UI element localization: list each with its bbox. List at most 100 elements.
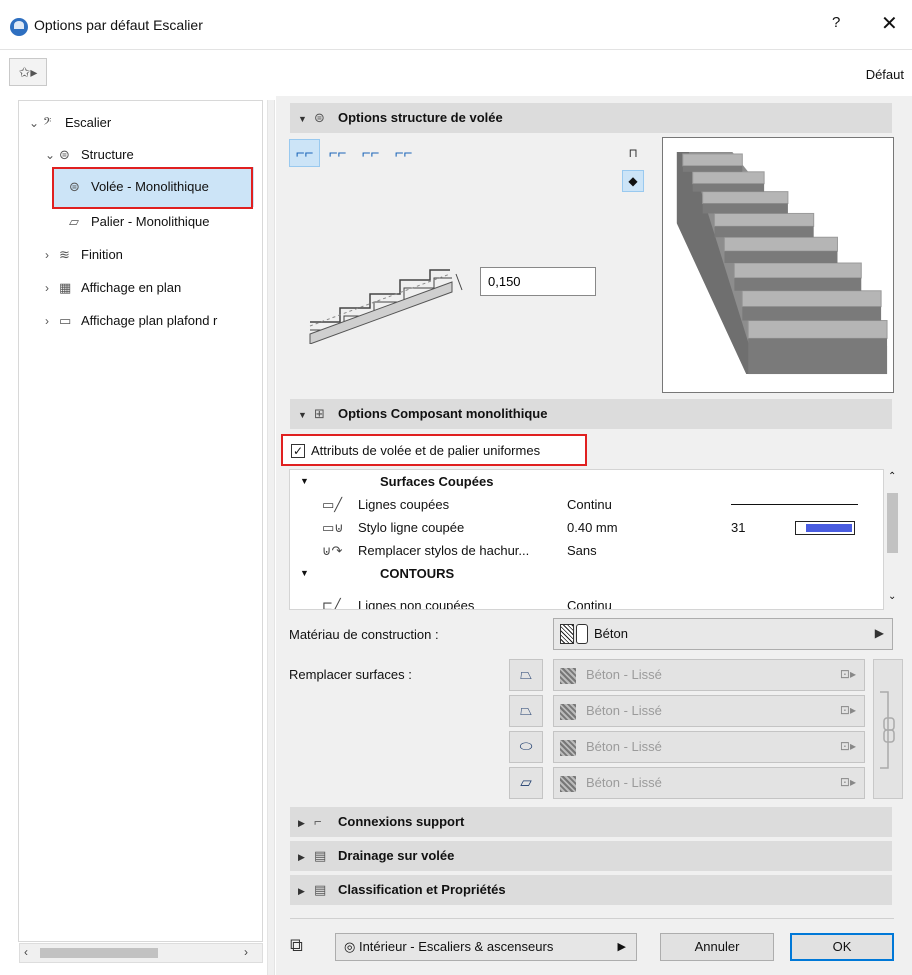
section-view-icon[interactable]: ⊓: [624, 146, 642, 164]
uncut-lines-icon: ⊏╱: [322, 598, 341, 610]
scrollbar-thumb[interactable]: [40, 948, 158, 958]
triangle-right-icon: ▶: [874, 626, 884, 640]
tree-horizontal-scrollbar[interactable]: ‹ ›: [19, 943, 263, 963]
ceiling-plan-icon: ▭: [59, 313, 72, 328]
building-material-selector[interactable]: Béton ▶: [553, 618, 893, 650]
triangle-down-icon: ▼: [298, 114, 307, 124]
section-header-structure[interactable]: ▼ ⊜ Options structure de volée: [290, 103, 892, 133]
tree-item-palier-monolithique[interactable]: ▱ Palier - Monolithique: [69, 208, 210, 236]
tree-item-affichage-plan-plafond[interactable]: › ▭ Affichage plan plafond r: [45, 307, 217, 335]
surface-swatch: [560, 704, 576, 720]
triangle-down-icon: ▼: [300, 476, 309, 486]
stair-icon: 𝄢: [43, 115, 52, 130]
panel-splitter[interactable]: [267, 100, 275, 975]
group-row-contours[interactable]: ▼ CONTOURS: [290, 562, 883, 585]
stair-type-2-icon[interactable]: ⌐⌐: [322, 140, 353, 168]
favorites-icon: ✩▸: [18, 64, 38, 80]
scroll-left-arrow-icon[interactable]: ‹: [24, 945, 28, 959]
ok-button[interactable]: OK: [790, 933, 894, 961]
plan-display-icon: ▦: [59, 280, 72, 295]
surface-override-bottom[interactable]: Béton - Lissé ⊡▸: [553, 767, 865, 799]
surface-swatch: [560, 668, 576, 684]
drainage-icon: ▤: [314, 848, 327, 863]
surface-override-side[interactable]: Béton - Lissé ⊡▸: [553, 695, 865, 727]
stair-type-selector: ⌐⌐ ⌐⌐ ⌐⌐ ⌐⌐: [289, 139, 421, 168]
table-row[interactable]: ▭⊍ Stylo ligne coupée 0.40 mm 31: [290, 516, 883, 539]
eye-icon: ◎: [344, 939, 356, 954]
structure-icon: ⊜: [59, 147, 70, 162]
layer-icon: ⧉: [290, 935, 303, 955]
scrollbar-thumb[interactable]: [887, 493, 898, 553]
surface-swatch: [560, 740, 576, 756]
triangle-right-icon: ▶: [617, 941, 626, 953]
stair-type-4-icon[interactable]: ⌐⌐: [388, 140, 419, 168]
table-row[interactable]: ⊍↷ Remplacer stylos de hachur... Sans: [290, 539, 883, 562]
tree-item-escalier[interactable]: ⌄ 𝄢 Escalier: [29, 109, 111, 137]
chevron-down-icon: ⌄: [45, 148, 56, 162]
layer-selector[interactable]: ◎ Intérieur - Escaliers & ascenseurs ▶: [335, 933, 637, 961]
chevron-right-icon: ›: [45, 314, 49, 328]
stair-type-3-icon[interactable]: ⌐⌐: [355, 140, 386, 168]
pen-color-swatch[interactable]: [795, 521, 855, 535]
settings-tree[interactable]: ⌄ 𝄢 Escalier ⌄ ⊜ Structure ⊜ Volée - Monolith…: [18, 100, 263, 942]
uniform-attributes-checkbox-row[interactable]: ✓ Attributs de volée et de palier unifor…: [281, 434, 587, 466]
stair-type-1-icon[interactable]: ⌐⌐: [289, 139, 320, 167]
material-pattern-icon: [560, 624, 574, 644]
3d-view-icon[interactable]: ◆: [622, 170, 644, 192]
section-header-component[interactable]: ▼ ⊞ Options Composant monolithique: [290, 399, 892, 429]
surface-picker-icon: ⊡▸: [839, 775, 856, 789]
scroll-down-arrow-icon[interactable]: ⌄: [888, 591, 896, 602]
triangle-down-icon: ▼: [300, 568, 309, 578]
close-button[interactable]: ✕: [881, 11, 898, 36]
link-surfaces-button[interactable]: [873, 659, 903, 799]
triangle-down-icon: ▼: [298, 410, 307, 420]
cut-lines-icon: ▭╱: [322, 497, 343, 512]
surface-picker-icon: ⊡▸: [839, 703, 856, 717]
tree-item-structure[interactable]: ⌄ ⊜ Structure: [45, 141, 134, 169]
tree-item-finition[interactable]: › ≋ Finition: [45, 241, 123, 269]
uniform-attributes-checkbox[interactable]: ✓: [291, 444, 305, 458]
table-row[interactable]: ⊏╱ Lignes non coupées Continu: [290, 594, 883, 610]
flight-thickness-input[interactable]: [480, 267, 596, 296]
triangle-right-icon: ▶: [298, 818, 305, 828]
chevron-down-icon: ⌄: [29, 116, 40, 130]
building-material-label: Matériau de construction :: [289, 627, 439, 642]
favorites-button[interactable]: ✩▸: [9, 58, 47, 86]
tree-item-affichage-en-plan[interactable]: › ▦ Affichage en plan: [45, 274, 181, 302]
attribute-table-scrollbar[interactable]: ⌃ ⌄: [884, 469, 901, 610]
surface-override-edge[interactable]: Béton - Lissé ⊡▸: [553, 731, 865, 763]
section-header-classification[interactable]: ▶ ▤ Classification et Propriétés: [290, 875, 892, 905]
side-surface-icon[interactable]: ⏢: [509, 695, 543, 727]
component-icon: ⊞: [314, 406, 325, 421]
surface-picker-icon: ⊡▸: [839, 667, 856, 681]
section-header-drainage[interactable]: ▶ ▤ Drainage sur volée: [290, 841, 892, 871]
surface-override-top[interactable]: Béton - Lissé ⊡▸: [553, 659, 865, 691]
edge-surface-icon[interactable]: ⬭: [509, 731, 543, 763]
group-row-surfaces-coupees[interactable]: ▼ Surfaces Coupées: [290, 470, 883, 493]
footer-separator: [290, 918, 894, 919]
chain-link-icon: [880, 691, 895, 769]
triangle-right-icon: ▶: [298, 852, 305, 862]
surface-picker-icon: ⊡▸: [839, 739, 856, 753]
bottom-surface-icon[interactable]: ⏥: [509, 767, 543, 799]
support-connection-icon: ⌐: [314, 814, 322, 829]
section-header-support[interactable]: ▶ ⌐ Connexions support: [290, 807, 892, 837]
override-surfaces-label: Remplacer surfaces :: [289, 667, 412, 682]
chevron-right-icon: ›: [45, 281, 49, 295]
help-button[interactable]: ?: [832, 14, 840, 31]
surface-swatch: [560, 776, 576, 792]
line-type-preview: [731, 504, 858, 505]
table-row[interactable]: ▭╱ Lignes coupées Continu: [290, 493, 883, 516]
top-surface-icon[interactable]: ⏢: [509, 659, 543, 691]
highlight-box-selected-item: [52, 167, 253, 209]
scroll-right-arrow-icon[interactable]: ›: [244, 945, 248, 959]
scroll-up-arrow-icon[interactable]: ⌃: [888, 471, 896, 482]
finish-icon: ≋: [59, 247, 70, 262]
attribute-table[interactable]: ▼ Surfaces Coupées ▭╱ Lignes coupées Con…: [289, 469, 884, 610]
chevron-right-icon: ›: [45, 248, 49, 262]
default-label: Défaut: [865, 67, 904, 82]
override-pens-icon: ⊍↷: [322, 543, 343, 558]
3d-stair-preview: [662, 137, 894, 393]
cancel-button[interactable]: Annuler: [660, 933, 774, 961]
classification-icon: ▤: [314, 882, 327, 897]
